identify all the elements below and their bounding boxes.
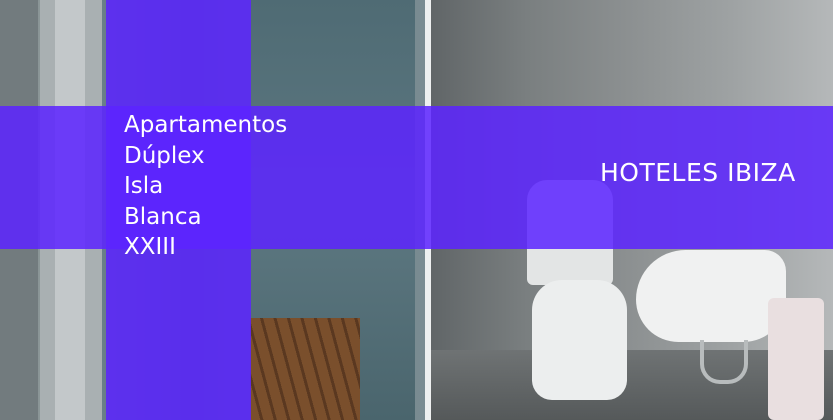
- hotel-name-line: Apartamentos: [124, 112, 288, 138]
- hotel-name-line: Blanca: [124, 203, 202, 230]
- hotel-name: Apartamentos Dúplex Isla Blanca XXIII: [124, 110, 287, 263]
- hotel-name-line: XXIII: [124, 234, 176, 260]
- brand-label: HOTELES IBIZA: [600, 158, 796, 187]
- hotel-name-line: Isla: [124, 173, 164, 199]
- sink: [636, 250, 786, 342]
- towel: [768, 298, 824, 420]
- hotel-name-line: Dúplex: [124, 142, 205, 169]
- wooden-floor-mat: [250, 318, 360, 420]
- sink-pipe: [700, 340, 748, 384]
- toilet-bowl: [532, 280, 627, 400]
